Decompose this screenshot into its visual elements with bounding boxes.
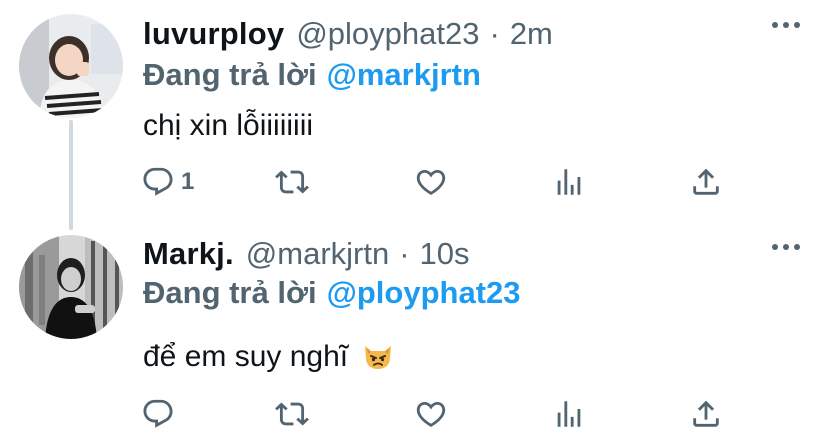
more-dots-icon[interactable] [772, 244, 800, 250]
retweet-icon [275, 170, 309, 194]
reply-icon [143, 167, 173, 196]
share-icon [693, 400, 719, 427]
timestamp[interactable]: 10s [420, 236, 470, 272]
replying-to-label: Đang trả lời [143, 275, 317, 310]
tweet-1[interactable]: luvurploy @ployphat23 · 2m Đang trả lời @… [0, 0, 828, 230]
share-button[interactable] [689, 162, 723, 202]
tweet-2[interactable]: Markj. @markjrtn · 10s Đang trả lời @ploy… [0, 222, 828, 443]
heart-icon [416, 169, 446, 195]
display-name[interactable]: Markj. [143, 236, 234, 272]
analytics-button[interactable] [552, 394, 586, 434]
analytics-icon [557, 169, 581, 195]
like-button[interactable] [414, 162, 448, 202]
avatar-markj[interactable] [19, 235, 123, 339]
replying-to-mention[interactable]: @markjrtn [327, 57, 481, 92]
replying-to-mention[interactable]: @ployphat23 [327, 275, 521, 310]
replying-to-label: Đang trả lời [143, 57, 317, 92]
tweet-text: để em suy nghĩ [143, 340, 349, 373]
timestamp[interactable]: 2m [510, 16, 553, 52]
replying-to: Đang trả lời @markjrtn [143, 57, 481, 93]
user-handle[interactable]: @ployphat23 [296, 16, 479, 52]
avatar-photo-icon [19, 14, 123, 118]
retweet-icon [275, 402, 309, 426]
tweet-header: luvurploy @ployphat23 · 2m [143, 16, 553, 52]
reply-button[interactable] [141, 394, 181, 434]
more-dots-icon[interactable] [772, 22, 800, 28]
tweet-text-container: để em suy nghĩ [143, 340, 394, 374]
retweet-button[interactable] [275, 394, 309, 434]
like-button[interactable] [414, 394, 448, 434]
separator-dot: · [399, 236, 410, 271]
heart-icon [416, 401, 446, 427]
replying-to: Đang trả lời @ployphat23 [143, 275, 521, 311]
avatar-photo-icon [19, 235, 123, 339]
share-icon [693, 168, 719, 195]
reply-icon [143, 399, 173, 428]
reply-button[interactable]: 1 [141, 162, 194, 202]
tweet-header: Markj. @markjrtn · 10s [143, 236, 470, 272]
analytics-icon [557, 401, 581, 427]
pouting-cat-emoji-icon [365, 346, 392, 369]
tweet-actions [0, 394, 828, 434]
tweet-text: chị xin lỗiiiiiiii [143, 109, 314, 142]
avatar-luvurploy[interactable] [19, 14, 123, 118]
display-name[interactable]: luvurploy [143, 16, 284, 52]
user-handle[interactable]: @markjrtn [246, 236, 389, 272]
separator-dot: · [489, 16, 500, 51]
share-button[interactable] [689, 394, 723, 434]
reply-count: 1 [181, 168, 195, 195]
tweet-actions: 1 [0, 162, 828, 202]
retweet-button[interactable] [275, 162, 309, 202]
analytics-button[interactable] [552, 162, 586, 202]
